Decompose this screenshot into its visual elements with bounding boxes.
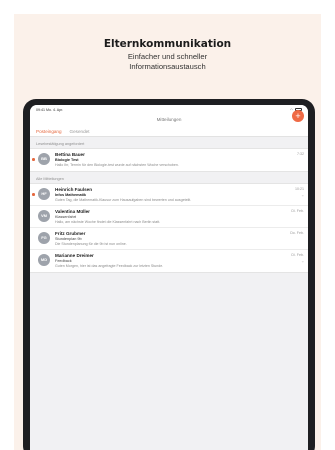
plus-icon: + xyxy=(295,111,301,121)
headline-subtitle-line1: Einfacher und schneller xyxy=(127,52,208,61)
message-time: 7:32 xyxy=(297,152,304,156)
message-time: 10:21 xyxy=(295,187,304,191)
message-body: Bettina Bauer Biologie Test Hallo Ihr, Ter… xyxy=(55,152,288,167)
message-subject: Infos Mathematik xyxy=(55,193,87,197)
avatar: BB xyxy=(38,153,50,165)
attachment-icon: ⌁ xyxy=(301,259,304,264)
avatar: HF xyxy=(38,188,50,200)
headline-title: Elternkommunikation xyxy=(103,38,232,50)
message-list: HF Heinrich Faulsen Infos Mathematik Guten … xyxy=(30,183,308,273)
message-preview: Die Stundenplanung für die 9b ist nun on… xyxy=(55,242,127,246)
message-subject: Feedback xyxy=(55,259,72,263)
sender-name: Valentina Müller xyxy=(55,209,90,214)
message-preview: Guten Tag, die Mathematik-Klausur zum Ha… xyxy=(55,198,192,202)
promo-card: Elternkommunikation Einfacher und schnel… xyxy=(14,14,321,450)
sender-name: Heinrich Faulsen xyxy=(55,187,93,192)
sender-name: Fritz Grubmer xyxy=(55,231,86,236)
message-body: Heinrich Faulsen Infos Mathematik Guten Ta… xyxy=(55,187,288,202)
unread-dot-icon xyxy=(32,193,35,196)
message-row[interactable]: BB Bettina Bauer Biologie Test Hallo Ihr, T… xyxy=(30,149,308,171)
wifi-icon: ◠ xyxy=(289,107,293,112)
message-body: Marianne Dreimer Feedback Guten Morgen, hi… xyxy=(55,253,288,268)
message-subject: Biologie Test xyxy=(55,158,79,162)
message-row[interactable]: MD Marianne Dreimer Feedback Guten Morgen, … xyxy=(30,250,308,272)
message-row[interactable]: HF Heinrich Faulsen Infos Mathematik Guten … xyxy=(30,184,308,206)
tab-bar: Posteingang Gesendet xyxy=(30,127,308,137)
message-subject: Stundenplan 9b xyxy=(55,237,82,241)
avatar: VM xyxy=(38,210,50,222)
sender-name: Bettina Bauer xyxy=(55,152,85,157)
tab-sent[interactable]: Gesendet xyxy=(70,129,90,134)
attachment-icon: ⌁ xyxy=(301,193,304,198)
unread-dot-icon xyxy=(32,158,35,161)
message-time: Di. Feb. xyxy=(291,253,304,257)
message-row[interactable]: VM Valentina Müller Klassenfahrt Hallo, am … xyxy=(30,206,308,228)
avatar: FG xyxy=(38,232,50,244)
sender-name: Marianne Dreimer xyxy=(55,253,94,258)
compose-button[interactable]: + xyxy=(292,110,304,122)
message-list: BB Bettina Bauer Biologie Test Hallo Ihr, T… xyxy=(30,148,308,172)
message-body: Valentina Müller Klassenfahrt Hallo, am nä… xyxy=(55,209,288,224)
message-row[interactable]: FG Fritz Grubmer Stundenplan 9b Die Stunden… xyxy=(30,228,308,250)
headline: Elternkommunikation Einfacher und schnel… xyxy=(14,38,321,72)
tab-inbox[interactable]: Posteingang xyxy=(36,129,62,134)
message-preview: Hallo, am nächste Woche findet die Klass… xyxy=(55,220,161,224)
headline-subtitle-line2: Informationsaustausch xyxy=(129,62,206,71)
message-time: Do. Feb. xyxy=(290,231,304,235)
message-subject: Klassenfahrt xyxy=(55,215,77,219)
nav-title: Mitteilungen xyxy=(156,117,182,122)
message-preview: Guten Morgen, hier ist das angefragte Fe… xyxy=(55,264,164,268)
section-header: Lesebestätigung angefordert xyxy=(36,142,85,146)
message-sections: Lesebestätigung angefordert BB Bettina Bau… xyxy=(30,140,308,273)
message-preview: Hallo Ihr, Termin für den Biologie-test … xyxy=(55,163,179,167)
section-header: Alle Mitteilungen xyxy=(36,177,64,181)
tablet-screen: 09:41 Mo. 4. Apr. ◠ Mitteilungen + Poste… xyxy=(30,105,308,450)
avatar: MD xyxy=(38,254,50,266)
status-bar: 09:41 Mo. 4. Apr. ◠ xyxy=(30,105,308,114)
tablet-device: 09:41 Mo. 4. Apr. ◠ Mitteilungen + Poste… xyxy=(23,99,315,450)
message-body: Fritz Grubmer Stundenplan 9b Die Stundenpl… xyxy=(55,231,288,246)
nav-bar: Mitteilungen + xyxy=(30,110,308,127)
headline-subtitle: Einfacher und schneller Informationsaust… xyxy=(14,52,321,72)
status-time: 09:41 Mo. 4. Apr. xyxy=(36,107,64,112)
message-time: Di. Feb. xyxy=(291,209,304,213)
